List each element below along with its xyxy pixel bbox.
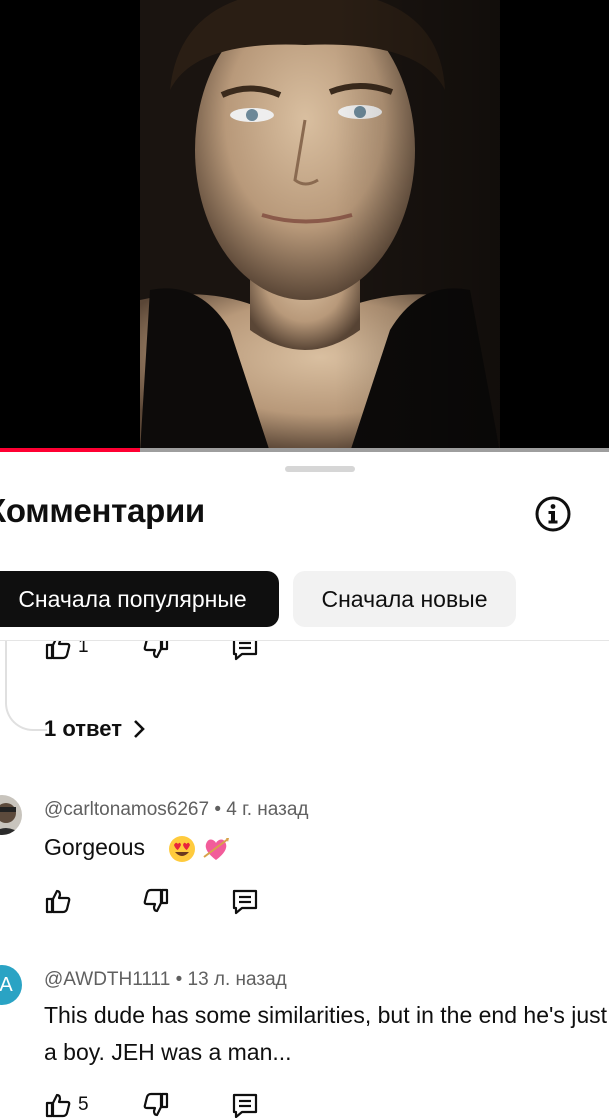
comment-body: Gorgeous xyxy=(44,834,146,860)
info-icon[interactable] xyxy=(534,495,572,533)
thumbs-down-icon xyxy=(143,641,169,659)
thumbs-down-icon xyxy=(143,888,169,913)
dislike-button[interactable] xyxy=(142,641,170,661)
thumbs-up-icon xyxy=(45,889,71,914)
like-count: 5 xyxy=(78,1094,89,1115)
reply-icon xyxy=(232,889,258,915)
chip-popular-first[interactable]: Сначала популярные xyxy=(0,571,279,627)
dislike-button[interactable] xyxy=(142,887,170,915)
avatar[interactable] xyxy=(0,795,22,835)
drag-handle[interactable] xyxy=(285,466,355,472)
like-count: 1 xyxy=(78,641,89,657)
avatar-letter: A xyxy=(0,973,13,996)
comments-sheet: Комментарии Сначала популярные Сначала н… xyxy=(0,452,609,1118)
dislike-button[interactable] xyxy=(142,1091,170,1118)
comment-meta: @carltonamos6267 • 4 г. назад xyxy=(44,799,309,820)
comment-time: 13 л. назад xyxy=(187,969,287,990)
video-player[interactable] xyxy=(0,0,609,452)
reply-icon xyxy=(232,1093,258,1118)
reply-button[interactable] xyxy=(230,887,260,917)
reply-icon xyxy=(232,641,258,661)
replies-toggle[interactable]: 1 ответ xyxy=(44,716,146,742)
comment-time: 4 г. назад xyxy=(226,799,309,820)
sheet-title: Комментарии xyxy=(0,492,205,529)
replies-label: 1 ответ xyxy=(44,716,122,741)
video-frame xyxy=(0,0,609,452)
comment-text: Gorgeous xyxy=(44,829,609,866)
comment-meta: @AWDTH1111 • 13 л. назад xyxy=(44,969,287,990)
thumbs-up-icon xyxy=(45,641,71,660)
comments-list[interactable]: 1 1 ответ @carltonamos6267 • 4 г. назад … xyxy=(0,641,609,1118)
like-button[interactable]: 5 xyxy=(44,1091,89,1118)
avatar[interactable]: A xyxy=(0,965,22,1005)
like-button[interactable]: 1 xyxy=(44,641,89,661)
chevron-right-icon xyxy=(134,720,145,738)
reply-thread-line xyxy=(5,641,47,731)
thumbs-up-icon xyxy=(45,1093,71,1118)
comment-author[interactable]: @AWDTH1111 xyxy=(44,969,170,990)
reply-button[interactable] xyxy=(230,641,260,663)
chip-newest-first[interactable]: Сначала новые xyxy=(293,571,516,627)
reply-button[interactable] xyxy=(230,1091,260,1118)
like-button[interactable] xyxy=(44,887,78,915)
heart-with-arrow-icon xyxy=(203,837,230,860)
heart-eyes-emoji-icon xyxy=(168,835,195,862)
comment-author[interactable]: @carltonamos6267 xyxy=(44,799,209,820)
comment-text: This dude has some similarities, but in … xyxy=(44,1002,608,1065)
thumbs-down-icon xyxy=(143,1092,169,1117)
